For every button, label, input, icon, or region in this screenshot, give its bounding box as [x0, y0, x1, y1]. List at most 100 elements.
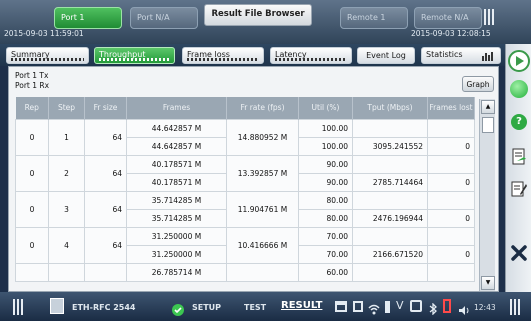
tab-throughput[interactable]: Throughput	[94, 47, 175, 64]
tput-cell: 2166.671520	[352, 244, 428, 264]
frame-rate-cell: 14.880952 M	[226, 118, 299, 156]
tab-latency[interactable]: Latency	[270, 47, 352, 64]
frame-rate-cell: 11.904761 M	[226, 190, 299, 228]
play-icon[interactable]	[508, 50, 530, 72]
screen-icon[interactable]	[353, 301, 363, 312]
result-button[interactable]: RESULT	[281, 300, 322, 311]
rep-cell: 0	[15, 118, 49, 156]
util-cell: 100.00	[298, 118, 353, 138]
table-row[interactable]: 0 4 64 31.250000 M 10.416666 M 70.00	[15, 226, 475, 264]
step-cell	[48, 262, 85, 282]
column-header[interactable]: Fr rate (fps)	[226, 97, 299, 119]
table-row[interactable]: 0 1 64 44.642857 M 14.880952 M 100.00	[15, 118, 475, 156]
frames-lost-cell	[427, 190, 475, 210]
tput-cell	[352, 118, 428, 138]
util-cell: 100.00	[298, 136, 353, 156]
tab-summary[interactable]: Summary	[6, 47, 89, 64]
frames-lost-cell	[427, 226, 475, 246]
util-cell: 60.00	[298, 262, 353, 282]
clipboard-icon[interactable]	[511, 148, 527, 166]
clock: 12:43	[474, 303, 496, 312]
util-cell: 80.00	[298, 208, 353, 228]
util-cell: 90.00	[298, 154, 353, 174]
tab-statistics[interactable]: Statistics	[421, 47, 501, 64]
vertical-scrollbar[interactable]: ▲ ▼	[479, 99, 495, 291]
port-tab-label: Remote N/A	[421, 13, 469, 22]
scroll-thumb[interactable]	[482, 117, 494, 133]
step-cell: 1	[48, 118, 85, 156]
tab-frame-loss[interactable]: Frame loss	[182, 47, 264, 64]
frames-lost-cell	[427, 118, 475, 138]
step-cell: 2	[48, 154, 85, 192]
end-timestamp: 2015-09-03 12:08:15	[411, 29, 491, 38]
frames-lost-cell: 0	[427, 208, 475, 228]
table-row[interactable]: 0 2 64 40.178571 M 13.392857 M 90.00	[15, 154, 475, 192]
help-icon[interactable]: ?	[511, 114, 527, 130]
edit-report-icon[interactable]	[511, 180, 527, 198]
column-header[interactable]: Tput (Mbps)	[352, 97, 428, 119]
test-button[interactable]: TEST	[244, 303, 266, 312]
battery-icon: V	[396, 299, 404, 312]
frame-size-cell: 64	[84, 190, 127, 228]
util-cell: 90.00	[298, 172, 353, 192]
port-tab-label: Port 1	[61, 13, 85, 22]
test-app-icon[interactable]	[50, 298, 64, 314]
frames-cell: 44.642857 M	[126, 118, 227, 138]
status-led-icon	[510, 80, 528, 98]
setup-button[interactable]: SETUP	[192, 303, 221, 312]
port-tab-remote-na[interactable]: Remote N/A	[414, 7, 482, 29]
test-name[interactable]: ETH-RFC 2544	[72, 303, 146, 312]
graph-button[interactable]: Graph	[462, 76, 494, 92]
table-row[interactable]: 0 3 64 35.714285 M 11.904761 M 80.00	[15, 190, 475, 228]
side-toolbar: ?	[505, 44, 531, 292]
column-header[interactable]: Util (%)	[298, 97, 353, 119]
app-window: { "ports":[{"label":"Port 1","active":tr…	[0, 0, 531, 321]
wifi-icon[interactable]	[368, 300, 380, 315]
throughput-table: Rep Step Fr size Frames Fr rate (fps) Ut…	[15, 97, 475, 282]
column-header[interactable]: Frames lost	[427, 97, 475, 119]
util-cell: 70.00	[298, 226, 353, 246]
frame-rate-cell: 13.392857 M	[226, 154, 299, 192]
usb-icon[interactable]	[385, 301, 390, 313]
port-tab-port1[interactable]: Port 1	[54, 7, 122, 29]
speaker-icon[interactable]	[458, 301, 470, 315]
rep-cell: 0	[15, 190, 49, 228]
scroll-down-button[interactable]: ▼	[481, 276, 495, 290]
column-header[interactable]: Step	[48, 97, 85, 119]
usb-flash-icon[interactable]	[443, 299, 451, 313]
tab-event-log[interactable]: Event Log	[357, 47, 415, 64]
scroll-up-button[interactable]: ▲	[481, 100, 495, 114]
bar-chart-icon	[482, 52, 494, 61]
util-cell: 80.00	[298, 190, 353, 210]
results-panel: Port 1 Tx Port 1 Rx Graph Rep Step Fr si…	[8, 66, 499, 292]
column-header[interactable]: Frames	[126, 97, 227, 119]
tput-cell: 2785.714464	[352, 172, 428, 192]
frames-cell: 40.178571 M	[126, 172, 227, 192]
port-tab-remote1[interactable]: Remote 1	[340, 7, 408, 29]
frames-cell: 35.714285 M	[126, 190, 227, 210]
frame-rate-cell	[226, 262, 299, 282]
tab-meter	[99, 58, 170, 61]
tx-port-label: Port 1 Tx	[15, 71, 49, 80]
camera-icon[interactable]	[410, 300, 422, 312]
frame-size-cell	[84, 262, 127, 282]
rep-cell: 0	[15, 226, 49, 264]
tput-cell	[352, 262, 428, 282]
menu-grip-icon[interactable]	[12, 299, 24, 315]
menu-grip-icon[interactable]	[482, 9, 496, 25]
frames-cell: 35.714285 M	[126, 208, 227, 228]
table-row[interactable]: 26.785714 M 60.00	[15, 262, 475, 282]
frame-rate-cell: 10.416666 M	[226, 226, 299, 264]
menu-grip-icon[interactable]	[509, 299, 521, 315]
column-header[interactable]: Rep	[15, 97, 49, 119]
frames-cell: 44.642857 M	[126, 136, 227, 156]
column-header[interactable]: Fr size	[84, 97, 127, 119]
port-tab-port-na[interactable]: Port N/A	[130, 7, 198, 29]
network-icon[interactable]	[335, 301, 347, 312]
tab-label: Event Log	[366, 51, 406, 60]
start-timestamp: 2015-09-03 11:59:01	[4, 29, 84, 38]
tab-meter	[187, 58, 259, 61]
close-icon[interactable]	[510, 244, 528, 262]
bluetooth-icon[interactable]	[428, 300, 438, 316]
tput-cell	[352, 190, 428, 210]
